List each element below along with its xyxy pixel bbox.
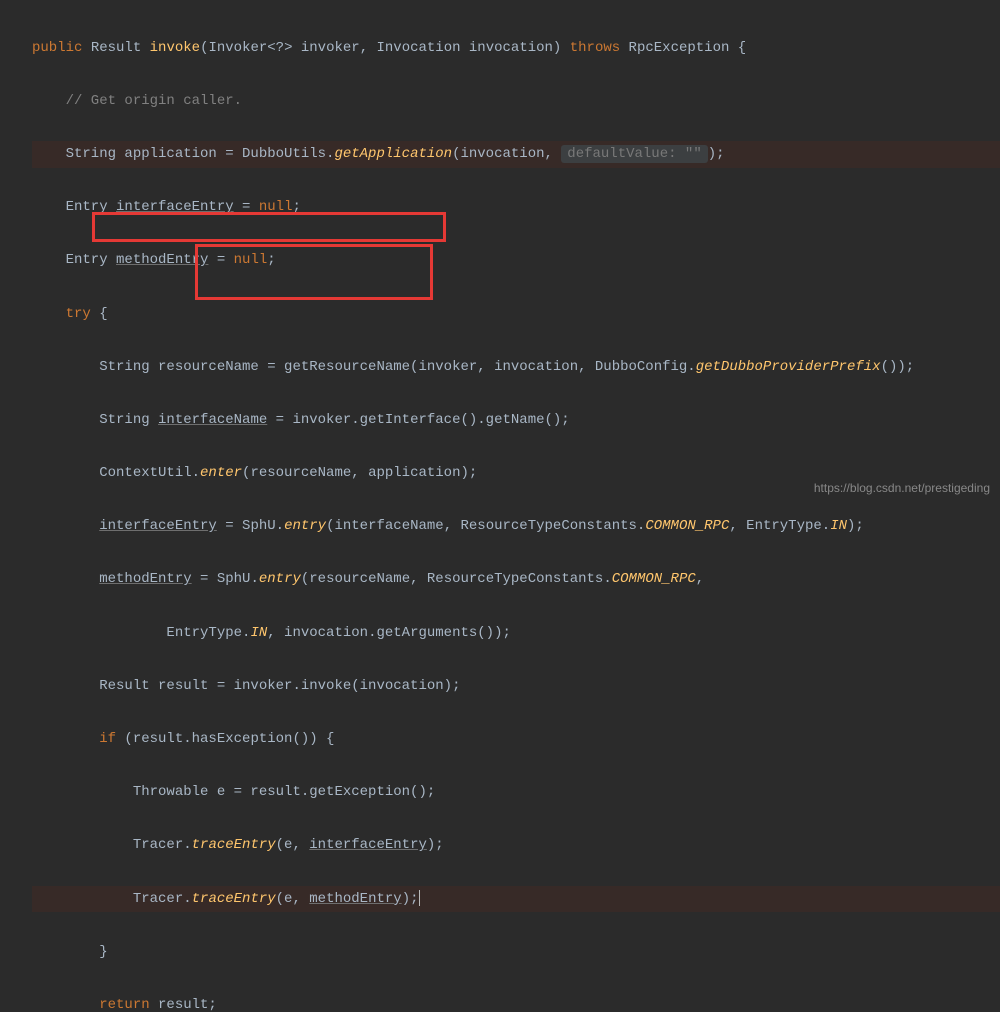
method-call: getDubboProviderPrefix bbox=[696, 359, 881, 375]
text: String bbox=[32, 412, 158, 428]
kw-null: null bbox=[259, 199, 293, 215]
text: (e, bbox=[276, 837, 310, 853]
text: ); bbox=[402, 891, 419, 907]
kw-throws: throws bbox=[570, 40, 620, 56]
comment: // Get origin caller. bbox=[32, 93, 242, 109]
code-line: if (result.hasException()) { bbox=[32, 726, 1000, 753]
code-line: return result; bbox=[32, 992, 1000, 1012]
watermark-text: https://blog.csdn.net/prestigeding bbox=[814, 477, 990, 500]
text: Throwable e = result.getException(); bbox=[32, 784, 435, 800]
text bbox=[32, 518, 99, 534]
code-line: // Get origin caller. bbox=[32, 88, 1000, 115]
text: = bbox=[234, 199, 259, 215]
method-call: getApplication bbox=[334, 146, 452, 162]
text: String application = DubboUtils. bbox=[32, 146, 334, 162]
variable: interfaceName bbox=[158, 412, 267, 428]
code-line-highlighted: Tracer.traceEntry(e, methodEntry); bbox=[32, 886, 1000, 913]
method-call: enter bbox=[200, 465, 242, 481]
param-hint: defaultValue: "" bbox=[561, 145, 707, 163]
code-line: methodEntry = SphU.entry(resourceName, R… bbox=[32, 566, 1000, 593]
cursor-icon bbox=[419, 890, 420, 906]
variable: interfaceEntry bbox=[309, 837, 427, 853]
text bbox=[32, 571, 99, 587]
text: ContextUtil. bbox=[32, 465, 200, 481]
code-line: Result result = invoker.invoke(invocatio… bbox=[32, 673, 1000, 700]
code-line: Tracer.traceEntry(e, interfaceEntry); bbox=[32, 832, 1000, 859]
text: = invoker.getInterface().getName(); bbox=[267, 412, 569, 428]
code-line-highlighted: String application = DubboUtils.getAppli… bbox=[32, 141, 1000, 168]
text: Result bbox=[82, 40, 149, 56]
kw-try: try bbox=[32, 306, 91, 322]
text: } bbox=[32, 944, 108, 960]
text: (result.hasException()) { bbox=[116, 731, 334, 747]
text: Entry bbox=[32, 252, 116, 268]
text: ; bbox=[267, 252, 275, 268]
text: ); bbox=[427, 837, 444, 853]
kw-if: if bbox=[32, 731, 116, 747]
text: { bbox=[91, 306, 108, 322]
code-line: EntryType.IN, invocation.getArguments())… bbox=[32, 620, 1000, 647]
text: ()); bbox=[881, 359, 915, 375]
variable: interfaceEntry bbox=[116, 199, 234, 215]
text: = SphU. bbox=[192, 571, 259, 587]
text: Entry bbox=[32, 199, 116, 215]
variable: methodEntry bbox=[309, 891, 401, 907]
kw-return: return bbox=[32, 997, 150, 1012]
text: Tracer. bbox=[32, 837, 192, 853]
text: Result result = invoker.invoke(invocatio… bbox=[32, 678, 460, 694]
method-call: traceEntry bbox=[192, 891, 276, 907]
code-line: String resourceName = getResourceName(in… bbox=[32, 354, 1000, 381]
text: RpcException { bbox=[620, 40, 746, 56]
constant: IN bbox=[250, 625, 267, 641]
text: (e, bbox=[276, 891, 310, 907]
method-name: invoke bbox=[150, 40, 200, 56]
code-line: Throwable e = result.getException(); bbox=[32, 779, 1000, 806]
text: (Invoker<?> invoker, Invocation invocati… bbox=[200, 40, 570, 56]
variable: methodEntry bbox=[99, 571, 191, 587]
method-call: entry bbox=[259, 571, 301, 587]
method-call: traceEntry bbox=[192, 837, 276, 853]
text: (invocation, bbox=[452, 146, 561, 162]
text: ); bbox=[847, 518, 864, 534]
text: , bbox=[696, 571, 704, 587]
text: String resourceName = getResourceName(in… bbox=[32, 359, 696, 375]
code-line: } bbox=[32, 939, 1000, 966]
code-line: Entry interfaceEntry = null; bbox=[32, 194, 1000, 221]
text: ); bbox=[708, 146, 725, 162]
text: Tracer. bbox=[32, 891, 192, 907]
text: , EntryType. bbox=[729, 518, 830, 534]
variable: methodEntry bbox=[116, 252, 208, 268]
code-line: public Result invoke(Invoker<?> invoker,… bbox=[32, 35, 1000, 62]
text: ; bbox=[292, 199, 300, 215]
text: (resourceName, ResourceTypeConstants. bbox=[301, 571, 612, 587]
text: = bbox=[208, 252, 233, 268]
constant: COMMON_RPC bbox=[612, 571, 696, 587]
method-call: entry bbox=[284, 518, 326, 534]
code-line: try { bbox=[32, 301, 1000, 328]
code-line: String interfaceName = invoker.getInterf… bbox=[32, 407, 1000, 434]
text: result; bbox=[150, 997, 217, 1012]
constant: IN bbox=[830, 518, 847, 534]
text: , invocation.getArguments()); bbox=[267, 625, 511, 641]
kw-public: public bbox=[32, 40, 82, 56]
text: EntryType. bbox=[32, 625, 250, 641]
text: (interfaceName, ResourceTypeConstants. bbox=[326, 518, 645, 534]
variable: interfaceEntry bbox=[99, 518, 217, 534]
constant: COMMON_RPC bbox=[645, 518, 729, 534]
code-editor[interactable]: public Result invoke(Invoker<?> invoker,… bbox=[0, 0, 1000, 1012]
code-line: Entry methodEntry = null; bbox=[32, 247, 1000, 274]
kw-null: null bbox=[234, 252, 268, 268]
text: (resourceName, application); bbox=[242, 465, 477, 481]
code-line: interfaceEntry = SphU.entry(interfaceNam… bbox=[32, 513, 1000, 540]
text: = SphU. bbox=[217, 518, 284, 534]
